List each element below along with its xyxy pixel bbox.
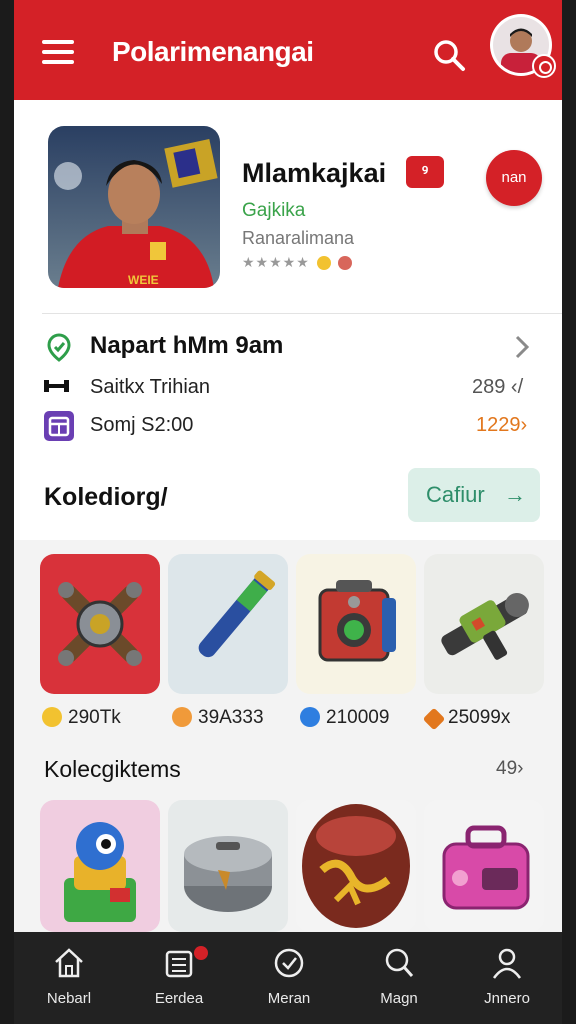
nav-label: Eerdea xyxy=(154,990,204,1007)
nav-list[interactable]: Eerdea xyxy=(124,932,234,1024)
info-row-title: Napart hMm 9am xyxy=(90,332,284,359)
nav-check[interactable]: Meran xyxy=(234,932,344,1024)
item-tile-red-speaker[interactable] xyxy=(296,554,416,694)
info-row-value: 289 ‹/ xyxy=(472,376,524,398)
dumbbell-icon xyxy=(44,380,69,392)
coin-icon xyxy=(316,256,331,271)
player-meta: Ranaralimana xyxy=(242,228,355,248)
bottom-navigation: Nebarl Eerdea Meran Magn Jnnero xyxy=(14,932,562,1024)
item-tile-green-blaster[interactable] xyxy=(424,554,544,694)
item-tile-green-robot[interactable] xyxy=(40,800,160,932)
section-action-button[interactable]: Cafiur → xyxy=(408,468,540,522)
app-title: Polarimenangai xyxy=(112,36,314,67)
nav-search[interactable]: Magn xyxy=(344,932,454,1024)
nav-label: Jnnero xyxy=(484,990,530,1007)
item-price: 39A333 xyxy=(172,707,264,729)
phone-frame: Polarimenangai WEIE Mlamkajkai ꝰ nan Gaj… xyxy=(0,0,576,1024)
item-tile-cross-cannon[interactable] xyxy=(40,554,160,694)
info-row-value[interactable]: 1229› xyxy=(476,414,527,437)
svg-text:WEIE: WEIE xyxy=(128,273,159,287)
gem-icon xyxy=(300,707,320,727)
item-tile-painted-drum[interactable] xyxy=(296,800,416,932)
user-avatar[interactable] xyxy=(490,14,556,78)
player-photo: WEIE xyxy=(48,126,220,288)
item-tile-pink-case[interactable] xyxy=(424,800,544,932)
home-icon xyxy=(55,948,83,978)
section-title: Kolediorg/ xyxy=(44,483,168,511)
item-tile-steel-pot[interactable] xyxy=(168,800,288,932)
player-subtitle: Gajkika xyxy=(242,200,306,221)
search-icon xyxy=(385,948,414,977)
profile-card: WEIE Mlamkajkai ꝰ nan Gajkika Ranaralima… xyxy=(14,100,562,540)
avatar-status-badge xyxy=(532,54,556,78)
coin-icon xyxy=(42,707,62,727)
check-circle-icon xyxy=(274,948,304,978)
diamond-icon xyxy=(422,707,446,731)
nav-label: Nebarl xyxy=(46,990,92,1007)
nav-home[interactable]: Nebarl xyxy=(14,932,124,1024)
calendar-icon xyxy=(44,411,74,441)
section-title: Kolecgiktems xyxy=(44,756,181,782)
app-header: Polarimenangai xyxy=(14,0,562,100)
nav-profile[interactable]: Jnnero xyxy=(452,932,562,1024)
item-tile-blue-bat[interactable] xyxy=(168,554,288,694)
location-pin-icon xyxy=(47,333,71,362)
card-divider xyxy=(42,313,562,314)
info-row-label: Somj S2:00 xyxy=(90,414,194,436)
section-action-label: Cafiur xyxy=(426,482,485,507)
nav-label: Meran xyxy=(267,990,311,1007)
token-icon xyxy=(337,256,352,271)
player-rating: ★★★★★ xyxy=(242,254,352,271)
list-icon xyxy=(165,950,193,978)
coin-icon xyxy=(172,707,192,727)
rating-stars: ★★★★★ xyxy=(242,254,310,270)
nav-label: Magn xyxy=(380,990,418,1007)
item-price: 210009 xyxy=(300,707,389,729)
info-row-label: Saitkx Trihian xyxy=(90,376,211,398)
arrow-right-icon: → xyxy=(504,482,526,507)
section-see-all[interactable]: 49› xyxy=(496,758,523,780)
search-icon[interactable] xyxy=(432,38,466,72)
chevron-right-icon[interactable] xyxy=(512,333,532,361)
profile-action-button[interactable]: nan xyxy=(486,150,542,206)
item-price: 290Tk xyxy=(42,707,121,729)
profile-icon xyxy=(492,948,522,979)
item-price: 25099x xyxy=(422,707,510,731)
notification-dot xyxy=(194,946,208,960)
hamburger-menu-icon[interactable] xyxy=(42,40,74,66)
player-name: Mlamkajkai xyxy=(242,158,387,188)
player-flag-badge: ꝰ xyxy=(406,156,444,188)
app-screen: Polarimenangai WEIE Mlamkajkai ꝰ nan Gaj… xyxy=(14,0,562,1024)
